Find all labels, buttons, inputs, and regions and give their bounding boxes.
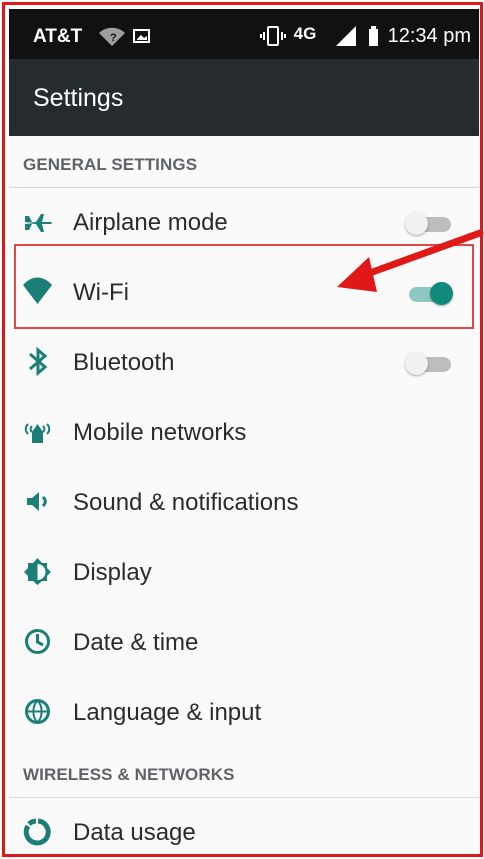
- settings-toolbar: Settings: [9, 59, 479, 136]
- wireless-networks-header: WIRELESS & NETWORKS: [9, 749, 479, 800]
- network-badge: 4G: [293, 24, 317, 43]
- general-settings-header: GENERAL SETTINGS: [9, 139, 479, 190]
- wifi-icon: [22, 276, 53, 307]
- screenshot-frame: AT&T ? 4G 12:34 pm Settings GENERAL SETT…: [0, 0, 484, 859]
- display-row[interactable]: Display: [9, 538, 479, 608]
- mobile-networks-row[interactable]: Mobile networks: [9, 398, 479, 468]
- toggle-thumb: [430, 282, 453, 305]
- toggle-thumb: [405, 352, 428, 375]
- wifi-row[interactable]: Wi-Fi: [9, 258, 479, 328]
- bluetooth-toggle[interactable]: [405, 351, 455, 375]
- toggle-thumb: [405, 212, 428, 235]
- sound-notifications-row[interactable]: Sound & notifications: [9, 468, 479, 538]
- status-bar: AT&T ? 4G 12:34 pm: [9, 9, 479, 59]
- status-right-icons: 4G 12:34 pm: [259, 25, 471, 47]
- clock-icon: [22, 626, 53, 657]
- general-settings-label: GENERAL SETTINGS: [23, 155, 198, 174]
- wifi-toggle[interactable]: [405, 281, 455, 305]
- vibrate-icon: [259, 26, 286, 46]
- airplane-mode-row[interactable]: Airplane mode: [9, 188, 479, 258]
- language-input-label: Language & input: [73, 699, 262, 726]
- signal-icon: [335, 26, 356, 46]
- mobile-networks-label: Mobile networks: [73, 419, 247, 446]
- globe-icon: [22, 696, 53, 727]
- phone-screen: AT&T ? 4G 12:34 pm Settings GENERAL SETT…: [9, 9, 479, 854]
- airplane-mode-toggle[interactable]: [405, 211, 455, 235]
- battery-icon: [368, 26, 378, 46]
- wifi-question-icon: ?: [99, 27, 150, 46]
- mobile-networks-icon: [22, 416, 53, 447]
- bluetooth-label: Bluetooth: [73, 349, 175, 376]
- lte-icon: 4G: [294, 25, 326, 47]
- data-usage-row[interactable]: Data usage: [9, 798, 479, 854]
- language-input-row[interactable]: Language & input: [9, 678, 479, 748]
- wifi-label: Wi-Fi: [73, 279, 129, 306]
- carrier-name: AT&T: [33, 26, 83, 47]
- svg-text:?: ?: [110, 32, 117, 44]
- sound-notifications-label: Sound & notifications: [73, 489, 299, 516]
- airplane-icon: [22, 206, 53, 237]
- display-icon: [22, 556, 53, 587]
- display-label: Display: [73, 559, 152, 586]
- page-title: Settings: [33, 84, 124, 112]
- data-usage-label: Data usage: [73, 819, 196, 846]
- date-time-row[interactable]: Date & time: [9, 608, 479, 678]
- speaker-icon: [22, 486, 53, 517]
- airplane-mode-label: Airplane mode: [73, 209, 228, 236]
- date-time-label: Date & time: [73, 629, 199, 656]
- data-usage-icon: [22, 816, 53, 847]
- bluetooth-row[interactable]: Bluetooth: [9, 328, 479, 398]
- bluetooth-icon: [22, 346, 53, 377]
- status-left-icons: ?: [98, 25, 154, 47]
- status-time: 12:34 pm: [387, 25, 471, 47]
- wireless-networks-label: WIRELESS & NETWORKS: [23, 765, 235, 784]
